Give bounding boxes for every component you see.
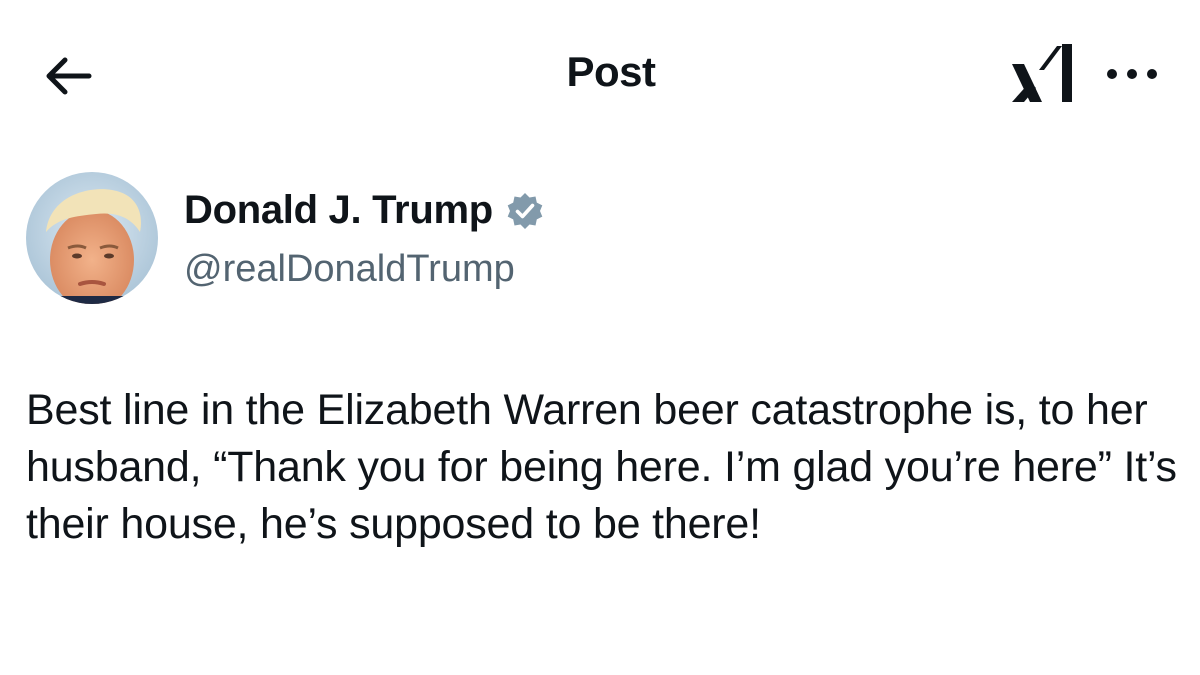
avatar[interactable]: [26, 172, 158, 304]
post-text: Best line in the Elizabeth Warren beer c…: [26, 386, 1177, 548]
verified-badge-icon[interactable]: [505, 191, 545, 231]
display-name-row: Donald J. Trump: [184, 188, 545, 233]
post-author: Donald J. Trump @realDonaldTrump: [24, 170, 924, 310]
more-horizontal-icon: [1107, 69, 1157, 79]
top-navigation-bar: Post: [0, 0, 1200, 150]
xai-logo-icon[interactable]: [1004, 40, 1084, 108]
author-handle[interactable]: @realDonaldTrump: [184, 248, 515, 291]
more-options-button[interactable]: [1096, 56, 1168, 92]
author-display-name[interactable]: Donald J. Trump: [184, 188, 493, 233]
